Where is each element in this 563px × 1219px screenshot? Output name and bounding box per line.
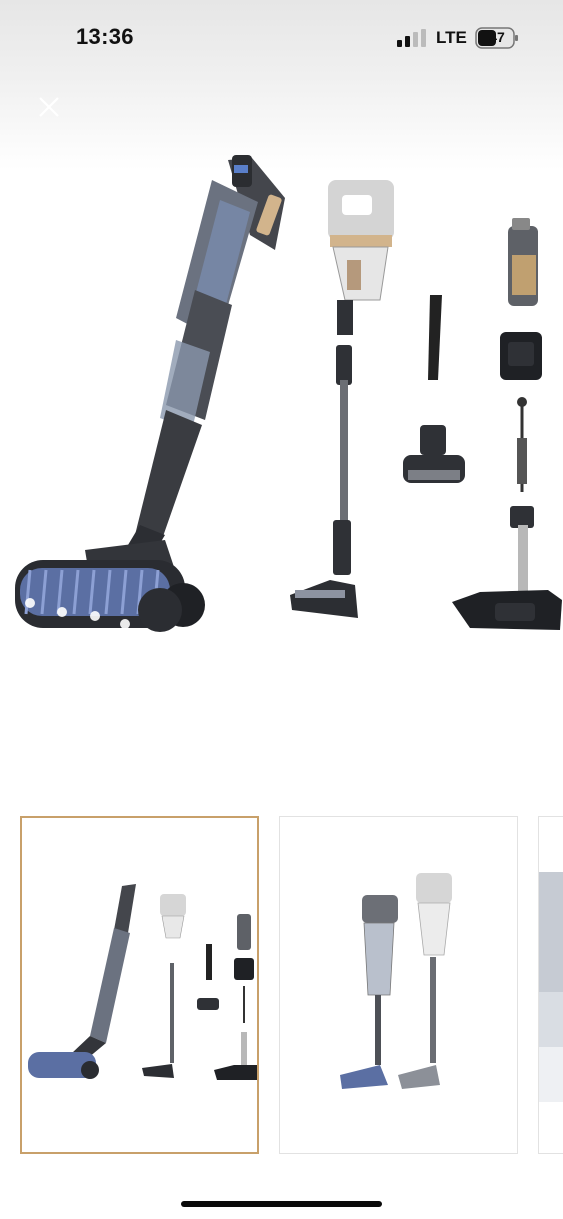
battery-level: 47 [489, 29, 505, 45]
thumbnail-1-image [28, 884, 258, 1080]
status-bar: 13:36 LTE 47 [0, 0, 563, 78]
network-type: LTE [436, 28, 467, 47]
thumbnail-1[interactable] [20, 816, 259, 1154]
thumbnail-3[interactable] [538, 816, 563, 1154]
close-button[interactable] [34, 92, 64, 122]
home-indicator [181, 1201, 382, 1207]
thumbnail-2[interactable] [279, 816, 518, 1154]
signal-bars-icon [397, 29, 426, 47]
clock: 13:36 [76, 24, 134, 49]
product-image [15, 155, 562, 632]
close-icon [39, 97, 59, 117]
thumbnail-2-image [340, 873, 452, 1089]
vacuum-assembled [15, 155, 285, 632]
vacuum-parts [290, 180, 562, 630]
thumbnail-3-image [539, 872, 563, 1102]
